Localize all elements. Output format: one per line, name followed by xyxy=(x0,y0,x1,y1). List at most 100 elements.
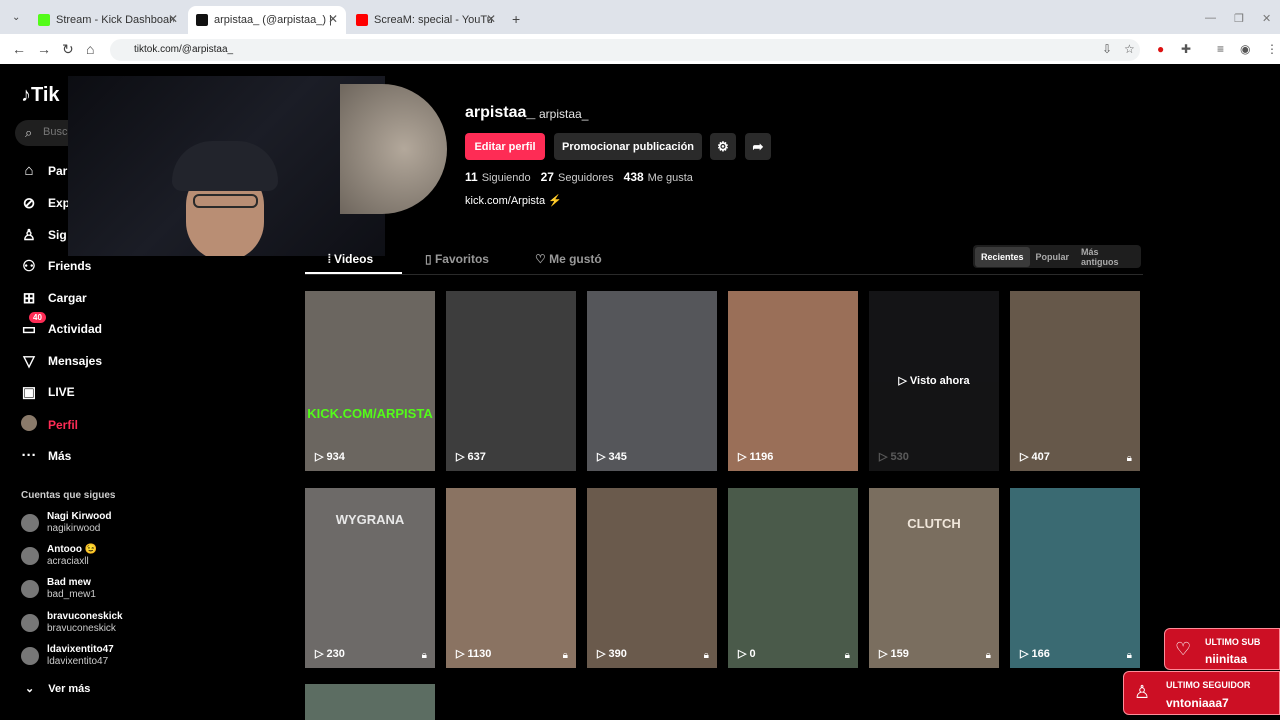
profile-avatar-large[interactable] xyxy=(340,84,447,214)
edit-profile-button[interactable]: Editar perfil xyxy=(465,133,545,160)
live-icon: ▣ xyxy=(21,384,37,401)
kick-favicon-icon xyxy=(38,14,50,26)
minimize-icon[interactable]: — xyxy=(1205,12,1216,24)
thumbnail-overlay-text: CLUTCH xyxy=(907,516,961,531)
account-user: nagikirwood xyxy=(47,523,101,534)
sort-oldest[interactable]: Más antiguos xyxy=(1075,242,1141,272)
profile-handle: arpistaa_ xyxy=(539,107,589,121)
extensions-icon[interactable]: ✚ xyxy=(1181,42,1191,56)
play-icon: ▷ xyxy=(898,375,910,387)
share-icon[interactable]: ➦ xyxy=(745,133,771,160)
profile-bio-link[interactable]: kick.com/Arpista ⚡ xyxy=(465,194,562,207)
see-more-button[interactable]: ⌄ Ver más xyxy=(25,682,104,695)
sidebar-item-messages[interactable]: ▽ Mensajes xyxy=(19,352,102,370)
settings-gear-icon[interactable]: ⚙ xyxy=(710,133,736,160)
back-icon[interactable]: ← xyxy=(12,41,26,57)
close-icon[interactable]: ✕ xyxy=(168,12,178,26)
video-thumbnail[interactable]: ▷ 0 🔒︎ xyxy=(728,488,858,668)
bookmark-star-icon[interactable]: ☆ xyxy=(1124,42,1135,56)
tab-search-icon[interactable]: ⌄ xyxy=(12,12,20,23)
video-thumbnail[interactable] xyxy=(305,684,435,720)
lock-icon: 🔒︎ xyxy=(985,650,991,661)
tab-favorites[interactable]: ▯ Favoritos xyxy=(425,252,489,266)
url-field[interactable]: tiktok.com/@arpistaa_ xyxy=(110,39,1140,61)
view-count: ▷ 159 xyxy=(879,648,909,660)
account-name: Antooo 😉 xyxy=(47,544,98,555)
following-account[interactable]: Antooo 😉 acraciaxll xyxy=(21,544,97,568)
lock-icon: 🔒︎ xyxy=(1126,453,1132,464)
sidebar-item-home[interactable]: ⌂ Par xyxy=(19,162,67,179)
close-icon[interactable]: ✕ xyxy=(328,12,338,26)
video-thumbnail[interactable]: ▷ 637 xyxy=(446,291,576,471)
video-thumbnail[interactable]: ▷ 166 🔒︎ xyxy=(1010,488,1140,668)
profile-icon[interactable]: ◉ xyxy=(1240,42,1250,56)
following-section-title: Cuentas que sigues xyxy=(21,490,116,501)
play-icon: ▷ xyxy=(315,451,327,463)
reload-icon[interactable]: ↻ xyxy=(62,41,74,58)
following-icon: ♙ xyxy=(22,227,36,244)
tab-youtube[interactable]: ScreaM: special - YouTube ✕ xyxy=(348,6,504,34)
video-thumbnail[interactable]: ▷ 1196 xyxy=(728,291,858,471)
last-follower-alert: ♙ ULTIMO SEGUIDOR vntoniaaa7 xyxy=(1123,671,1280,715)
tab-title: arpistaa_ (@arpistaa_) | TikTok xyxy=(214,14,332,26)
media-icon[interactable]: ≡ xyxy=(1217,42,1224,56)
video-thumbnail[interactable]: ▷ 1130 🔒︎ xyxy=(446,488,576,668)
profile-stats: 11 Siguiendo 27 Seguidores 438 Me gusta xyxy=(465,170,693,184)
stat-followers[interactable]: 27 Seguidores xyxy=(541,170,614,184)
menu-icon[interactable]: ⋮ xyxy=(1266,42,1278,56)
sort-recent[interactable]: Recientes xyxy=(975,246,1030,267)
tab-title: Stream - Kick Dashboard xyxy=(56,14,174,26)
video-thumbnail[interactable]: KICK.COM/ARPISTA ▷ 934 xyxy=(305,291,435,471)
avatar xyxy=(21,580,39,598)
sidebar-item-following[interactable]: ♙ Sig xyxy=(19,226,67,244)
sort-popular[interactable]: Popular xyxy=(1030,247,1076,267)
sidebar-item-upload[interactable]: ⊞ Cargar xyxy=(19,289,87,307)
maximize-icon[interactable]: ❐ xyxy=(1234,12,1244,25)
tiktok-logo[interactable]: ♪Tik xyxy=(21,84,60,107)
sidebar-item-activity[interactable]: ▭ 40 Actividad xyxy=(19,312,102,338)
tab-tiktok[interactable]: arpistaa_ (@arpistaa_) | TikTok ✕ xyxy=(188,6,346,34)
following-account[interactable]: Bad mew bad_mew1 xyxy=(21,577,96,601)
account-user: acraciaxll xyxy=(47,556,89,567)
sidebar-item-live[interactable]: ▣ LIVE xyxy=(19,383,75,401)
stat-following[interactable]: 11 Siguiendo xyxy=(465,170,531,184)
sidebar-item-profile[interactable]: Perfil xyxy=(19,415,78,435)
avatar xyxy=(21,514,39,532)
alert-label: ULTIMO SUB xyxy=(1205,637,1261,647)
account-name: ldavixentito47 xyxy=(47,644,114,655)
play-icon: ▷ xyxy=(879,451,891,463)
alert-value: vntoniaaa7 xyxy=(1166,696,1229,710)
window-close-icon[interactable]: ✕ xyxy=(1262,12,1271,25)
account-user: bad_mew1 xyxy=(47,589,96,600)
video-thumbnail[interactable]: ▷ 390 🔒︎ xyxy=(587,488,717,668)
sidebar-item-more[interactable]: ··· Más xyxy=(19,447,72,464)
promote-post-button[interactable]: Promocionar publicación xyxy=(554,133,702,160)
following-account[interactable]: ldavixentito47 ldavixentito47 xyxy=(21,644,114,668)
install-icon[interactable]: ⇩ xyxy=(1102,42,1112,56)
lock-icon: 🔒︎ xyxy=(844,650,850,661)
logo-text: Tik xyxy=(31,84,60,106)
compass-icon: ⊘ xyxy=(22,195,36,212)
sidebar-item-friends[interactable]: ⚇ Friends xyxy=(19,257,91,275)
close-icon[interactable]: ✕ xyxy=(486,12,496,26)
sidebar-item-explore[interactable]: ⊘ Exp xyxy=(19,194,70,212)
opera-icon[interactable]: ● xyxy=(1157,42,1164,56)
home-icon[interactable]: ⌂ xyxy=(86,41,94,57)
video-thumbnail[interactable]: ▷ 407 🔒︎ xyxy=(1010,291,1140,471)
sidebar-item-label: Sig xyxy=(48,228,67,242)
tab-videos[interactable]: ⦙ Videos xyxy=(328,252,373,267)
stat-label: Me gusta xyxy=(647,172,693,184)
new-tab-icon[interactable]: + xyxy=(512,11,520,27)
thumbnail-overlay-text: WYGRANA xyxy=(335,512,405,527)
tab-liked[interactable]: ♡ Me gustó xyxy=(535,252,602,266)
sort-toggle: Recientes Popular Más antiguos xyxy=(973,245,1141,268)
following-account[interactable]: bravuconeskick bravuconeskick xyxy=(21,611,123,635)
tab-kick[interactable]: Stream - Kick Dashboard ✕ xyxy=(30,6,186,34)
stat-label: Seguidores xyxy=(557,172,614,184)
video-thumbnail[interactable]: WYGRANA ▷ 230 🔒︎ xyxy=(305,488,435,668)
forward-icon[interactable]: → xyxy=(37,41,51,57)
video-thumbnail[interactable]: ▷ 345 xyxy=(587,291,717,471)
sidebar-item-label: Perfil xyxy=(48,418,79,432)
video-thumbnail[interactable]: CLUTCH ▷ 159 🔒︎ xyxy=(869,488,999,668)
following-account[interactable]: Nagi Kirwood nagikirwood xyxy=(21,511,111,535)
